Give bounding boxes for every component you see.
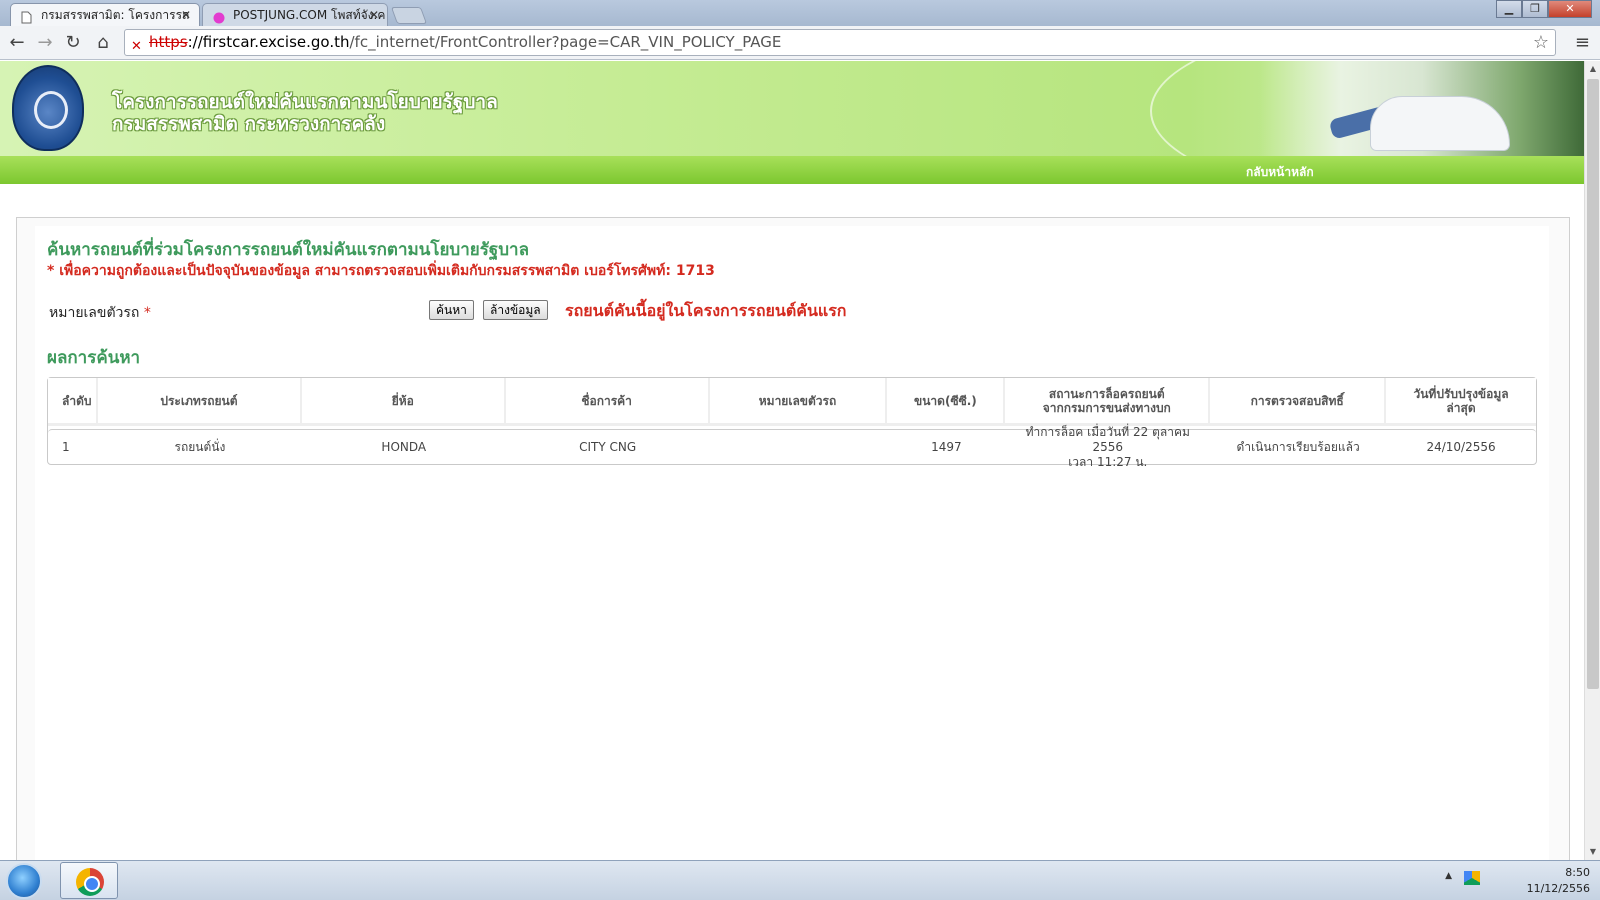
url-path: /fc_internet/FrontController?page=CAR_VI…: [349, 33, 782, 51]
scroll-up-arrow[interactable]: ▲: [1585, 61, 1600, 77]
page-scrollbar[interactable]: ▲ ▼: [1584, 61, 1600, 860]
cell-cc: 1497: [931, 439, 962, 454]
site-title-line1: โครงการรถยนต์ใหม่คันแรกตามนโยบายรัฐบาล: [112, 91, 498, 113]
tray-expand-icon[interactable]: ▲: [1445, 871, 1452, 881]
col-trade-name: ชื่อการค้า: [506, 378, 710, 423]
windows-start-icon[interactable]: [6, 863, 42, 899]
reload-icon[interactable]: ↻: [62, 32, 84, 54]
site-title: โครงการรถยนต์ใหม่คันแรกตามนโยบายรัฐบาล ก…: [112, 91, 498, 135]
browser-toolbar: ← → ↻ ⌂ ✕ https://firstcar.excise.go.th/…: [0, 26, 1600, 60]
new-tab-button[interactable]: [390, 7, 428, 24]
cell-trade-name: CITY CNG: [579, 439, 637, 454]
taskbar-chrome-button[interactable]: [60, 862, 118, 899]
windows-taskbar: ▲ 8:50 11/12/2556: [0, 860, 1600, 900]
col-cc: ขนาด(ซีซี.): [887, 378, 1006, 423]
window-controls: ▁ ❐ ✕: [1496, 0, 1592, 18]
close-icon[interactable]: ✕: [181, 4, 191, 26]
clock-time: 8:50: [1565, 866, 1590, 879]
page-icon: [21, 9, 32, 24]
url-host: ://firstcar.excise.go.th: [187, 33, 350, 51]
tab-title: กรมสรรพสามิต: โครงการรถ: [41, 8, 190, 22]
cell-lock-status: ทำการล็อค เมื่อวันที่ 22 ตุลาคม 2556 เวล…: [1025, 424, 1190, 469]
required-mark: *: [143, 305, 151, 321]
banner-photo: [1260, 61, 1584, 156]
site-navbar: กลับหน้าหลัก: [0, 156, 1584, 184]
cell-brand: HONDA: [381, 439, 427, 454]
col-verification: การตรวจสอบสิทธิ์: [1210, 378, 1387, 423]
col-updated: วันที่ปรับปรุงข้อมูล ล่าสุด: [1413, 386, 1509, 415]
web-page: โครงการรถยนต์ใหม่คันแรกตามนโยบายรัฐบาล ก…: [0, 61, 1584, 860]
clock-date: 11/12/2556: [1526, 882, 1590, 895]
home-icon[interactable]: ⌂: [92, 32, 114, 54]
results-table: ลำดับ ประเภทรถยนต์ ยี่ห้อ ชื่อการค้า หมา…: [47, 377, 1537, 469]
col-vin: หมายเลขตัวรถ: [710, 378, 888, 423]
star-icon[interactable]: ☆: [1533, 30, 1549, 55]
menu-icon[interactable]: ≡: [1575, 32, 1590, 53]
tab-excise[interactable]: กรมสรรพสามิต: โครงการรถ ✕: [10, 3, 200, 26]
col-order: ลำดับ: [48, 378, 98, 423]
close-window-button[interactable]: ✕: [1548, 0, 1592, 18]
cell-type: รถยนต์นั่ง: [174, 439, 226, 454]
cell-updated: 24/10/2556: [1426, 439, 1496, 454]
insecure-lock-icon: ✕: [131, 39, 142, 54]
system-clock[interactable]: 8:50 11/12/2556: [1527, 865, 1590, 897]
scroll-down-arrow[interactable]: ▼: [1585, 844, 1600, 860]
search-heading: ค้นหารถยนต์ที่ร่วมโครงการรถยนต์ใหม่คันแร…: [47, 240, 529, 260]
site-banner: โครงการรถยนต์ใหม่คันแรกตามนโยบายรัฐบาล ก…: [0, 61, 1584, 201]
close-icon[interactable]: ✕: [369, 4, 379, 26]
vin-label-text: หมายเลขตัวรถ: [49, 305, 140, 321]
site-title-line2: กรมสรรพสามิต กระทรวงการคลัง: [112, 113, 386, 135]
cell-order: 1: [62, 439, 70, 454]
content-panel: ค้นหารถยนต์ที่ร่วมโครงการรถยนต์ใหม่คันแร…: [16, 217, 1570, 860]
cell-verification: ดำเนินการเรียบร้อยแล้ว: [1236, 439, 1360, 454]
google-drive-icon[interactable]: [1464, 871, 1480, 885]
search-button[interactable]: ค้นหา: [429, 300, 474, 320]
content-inner: ค้นหารถยนต์ที่ร่วมโครงการรถยนต์ใหม่คันแร…: [35, 226, 1549, 860]
cell-vin: [710, 430, 888, 464]
result-message: รถยนต์คันนี้อยู่ในโครงการรถยนต์คันแรก: [565, 301, 847, 320]
col-lock-status: สถานะการล็อครถยนต์ จากกรมการขนส่งทางบก: [1005, 378, 1211, 423]
scroll-thumb[interactable]: [1587, 79, 1599, 689]
url-scheme: https: [149, 33, 188, 51]
results-heading: ผลการค้นหา: [47, 348, 141, 368]
clear-button[interactable]: ล้างข้อมูล: [483, 300, 548, 320]
table-row: 1 รถยนต์นั่ง HONDA CITY CNG 1497 ทำการล็…: [48, 424, 1536, 469]
browser-titlebar: กรมสรรพสามิต: โครงการรถ ✕ POSTJUNG.COM โ…: [0, 0, 1600, 26]
banner-car: [1370, 96, 1510, 151]
table-body: 1 รถยนต์นั่ง HONDA CITY CNG 1497 ทำการล็…: [48, 424, 1536, 469]
address-bar[interactable]: ✕ https://firstcar.excise.go.th/fc_inter…: [124, 29, 1556, 56]
vin-field-label: หมายเลขตัวรถ *: [49, 302, 151, 324]
col-type: ประเภทรถยนต์: [98, 378, 302, 423]
table-header: ลำดับ ประเภทรถยนต์ ยี่ห้อ ชื่อการค้า หมา…: [48, 378, 1536, 426]
seal-icon: [12, 65, 84, 151]
nav-home-link[interactable]: กลับหน้าหลัก: [1246, 163, 1314, 182]
contact-note: * เพื่อความถูกต้องและเป็นปัจจุบันของข้อม…: [47, 263, 715, 279]
page-icon: [213, 9, 225, 24]
tab-postjung[interactable]: POSTJUNG.COM โพสท์จัง.ค ✕: [202, 3, 388, 26]
minimize-button[interactable]: ▁: [1496, 0, 1522, 18]
col-brand: ยี่ห้อ: [302, 378, 506, 423]
tab-title: POSTJUNG.COM โพสท์จัง.ค: [233, 8, 386, 22]
forward-icon[interactable]: →: [34, 32, 56, 54]
back-icon[interactable]: ←: [6, 32, 28, 54]
maximize-button[interactable]: ❐: [1522, 0, 1548, 18]
chrome-icon: [76, 868, 104, 896]
